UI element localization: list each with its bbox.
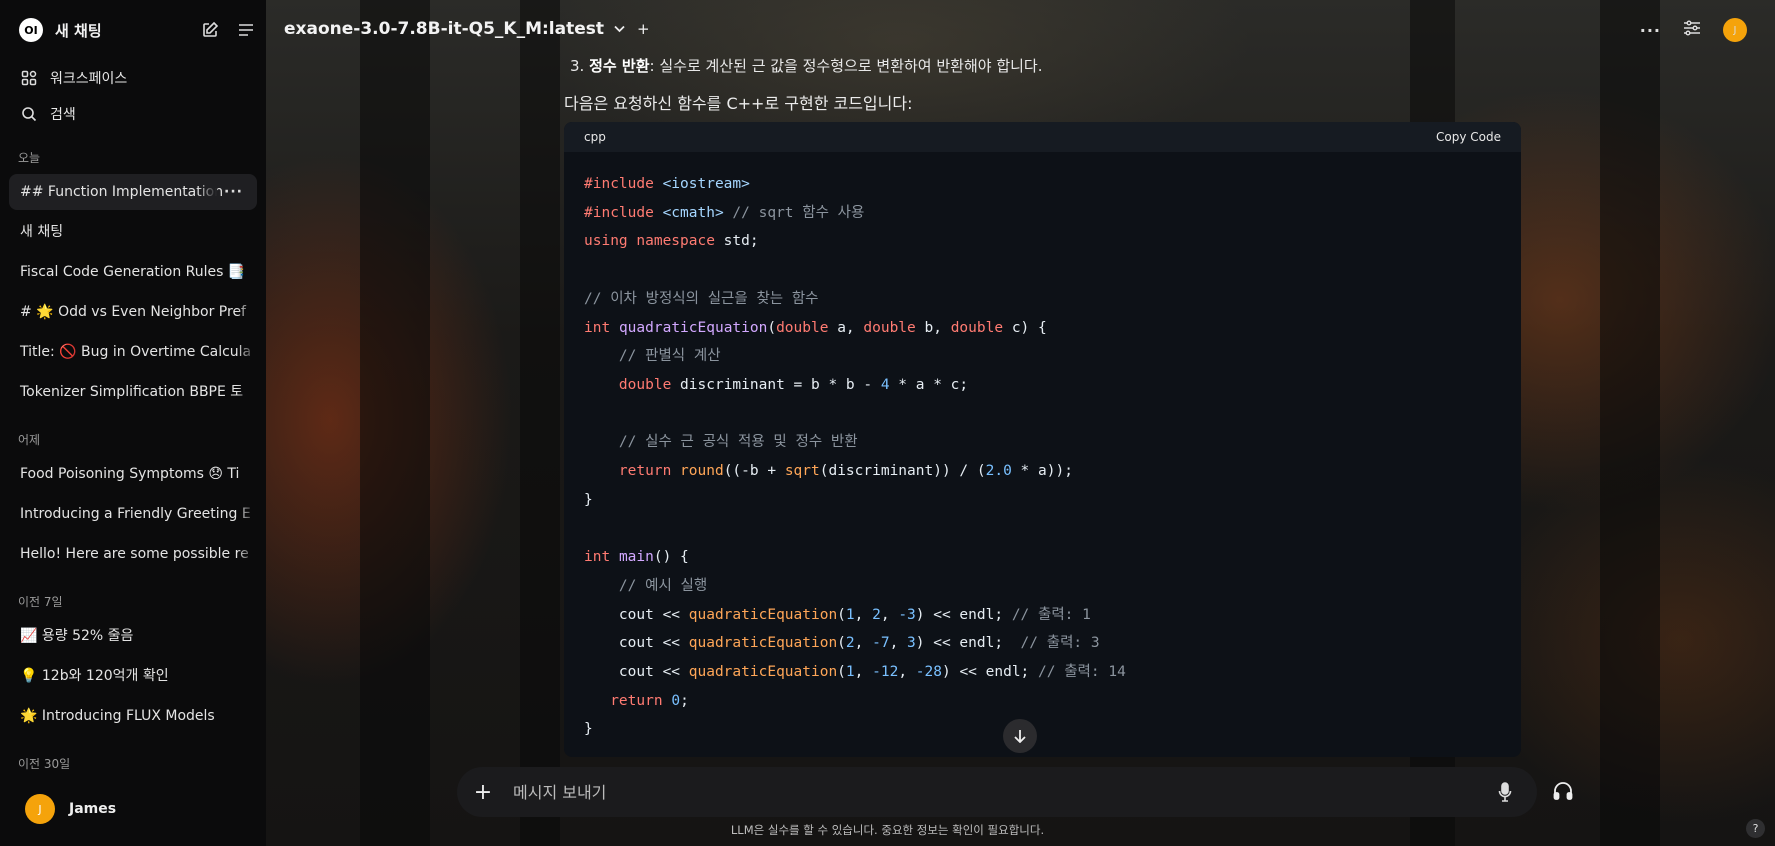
chat-title: # 🌟 Odd vs Even Neighbor Pref (20, 304, 246, 320)
chat-item[interactable]: Hello! Here are some possible re (9, 536, 257, 572)
chat-title: 💡 12b와 120억개 확인 (20, 668, 169, 684)
chat-title: Fiscal Code Generation Rules 📑 (20, 264, 246, 280)
sidebar-header: OI 새 채팅 (9, 0, 257, 60)
workspace-icon (20, 70, 38, 86)
chat-title: Tokenizer Simplification BBPE 토 (20, 384, 244, 400)
chat-title: Introducing a Friendly Greeting E (20, 506, 251, 522)
new-chat-link[interactable]: 새 채팅 (55, 20, 185, 41)
help-button[interactable]: ? (1746, 819, 1765, 838)
chat-item[interactable]: # 🌟 Odd vs Even Neighbor Pref (9, 294, 257, 330)
disclaimer-text: LLM은 실수를 할 수 있습니다. 중요한 정보는 확인이 필요합니다. (730, 823, 1045, 837)
bold-text: 정수 반환 (589, 57, 650, 75)
section-title-today: 오늘 (18, 151, 41, 165)
avatar: J (25, 794, 55, 824)
sidebar: OI 새 채팅 워크스페이스 검색 오늘 ## Function Impleme… (0, 0, 266, 846)
add-model-icon[interactable]: + (637, 20, 650, 38)
sidebar-item-search[interactable]: 검색 (9, 96, 257, 132)
chat-item[interactable]: 새 채팅 (9, 214, 257, 250)
chat-title: 📈 용량 52% 줄음 (20, 628, 134, 644)
user-menu[interactable]: J James (25, 794, 116, 824)
code-block: cpp Copy Code #include <iostream> #inclu… (564, 122, 1521, 757)
sidebar-item-label: 검색 (50, 107, 76, 123)
section-title-previous-7-days: 이전 7일 (18, 595, 63, 609)
chat-item[interactable]: Food Poisoning Symptoms 😞 Ti (9, 456, 257, 492)
chat-item[interactable]: 🌟 Introducing FLUX Models (9, 698, 257, 734)
logo[interactable]: OI (19, 18, 43, 42)
chat-item[interactable]: Title: 🚫 Bug in Overtime Calcula (9, 334, 257, 370)
more-icon[interactable]: ··· (1640, 21, 1661, 40)
settings-sliders-icon[interactable] (1683, 20, 1701, 40)
chat-title: Title: 🚫 Bug in Overtime Calcula (20, 344, 252, 360)
add-attachment-icon[interactable]: + (461, 780, 505, 805)
list-item: 3. 정수 반환: 실수로 계산된 근 값을 정수형으로 변환하여 반환해야 합… (570, 55, 1043, 76)
compose-icon[interactable] (199, 19, 221, 41)
section-title-yesterday: 어제 (18, 433, 41, 447)
model-selector[interactable]: exaone-3.0-7.8B-it-Q5_K_M:latest + (284, 19, 650, 39)
chat-title: Food Poisoning Symptoms 😞 Ti (20, 466, 240, 482)
avatar[interactable]: J (1723, 18, 1747, 42)
menu-icon[interactable] (235, 19, 257, 41)
chat-title: ## Function Implementation (20, 184, 224, 200)
arrow-down-icon (1014, 730, 1026, 743)
chat-title: 새 채팅 (20, 224, 64, 240)
copy-code-button[interactable]: Copy Code (1436, 130, 1501, 144)
code-language: cpp (584, 130, 606, 144)
search-icon (20, 106, 38, 122)
microphone-icon[interactable] (1493, 782, 1517, 802)
sidebar-item-label: 워크스페이스 (50, 71, 128, 87)
chat-item[interactable]: 📈 용량 52% 줄음 (9, 618, 257, 654)
header-actions: ··· J (1618, 18, 1747, 42)
chat-title: Hello! Here are some possible re (20, 546, 249, 562)
code-content: #include <iostream> #include <cmath> // … (584, 176, 1126, 738)
code-header: cpp Copy Code (564, 122, 1521, 152)
headphones-icon[interactable] (1552, 780, 1574, 806)
section-title-previous-30-days: 이전 30일 (18, 757, 71, 771)
chat-item[interactable]: ## Function Implementation ··· (9, 174, 257, 210)
model-name: exaone-3.0-7.8B-it-Q5_K_M:latest (284, 19, 605, 39)
intro-text: 다음은 요청하신 함수를 C++로 구현한 코드입니다: (564, 94, 913, 113)
chevron-down-icon[interactable] (614, 23, 625, 36)
chat-item[interactable]: Tokenizer Simplification BBPE 토 (9, 374, 257, 410)
chat-title: 🌟 Introducing FLUX Models (20, 708, 215, 724)
chat-item[interactable]: 💡 12b와 120억개 확인 (9, 658, 257, 694)
chat-item[interactable]: Fiscal Code Generation Rules 📑 (9, 254, 257, 290)
chat-item[interactable]: Introducing a Friendly Greeting E (9, 496, 257, 532)
message-input[interactable] (505, 781, 1493, 803)
scroll-down-button[interactable] (1003, 719, 1037, 753)
message-composer: + (457, 767, 1537, 817)
sidebar-item-workspace[interactable]: 워크스페이스 (9, 60, 257, 96)
user-name: James (69, 801, 117, 817)
list-text: : 실수로 계산된 근 값을 정수형으로 변환하여 반환해야 합니다. (649, 57, 1043, 75)
list-number: 3. (570, 57, 585, 75)
more-options-icon[interactable]: ··· (224, 174, 243, 210)
